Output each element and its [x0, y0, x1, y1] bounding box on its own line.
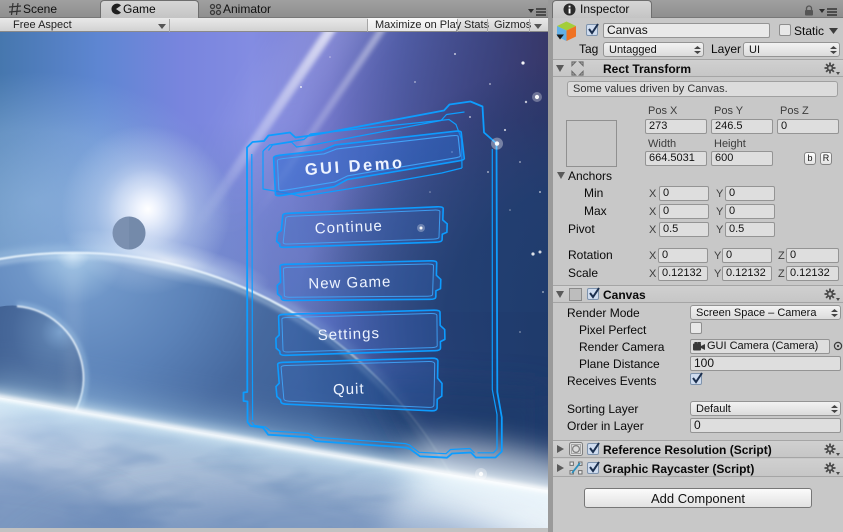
svg-text:Continue: Continue	[314, 218, 383, 238]
svg-text:Settings: Settings	[317, 325, 380, 344]
svg-text:New Game: New Game	[308, 273, 391, 292]
svg-text:Quit: Quit	[333, 380, 365, 398]
